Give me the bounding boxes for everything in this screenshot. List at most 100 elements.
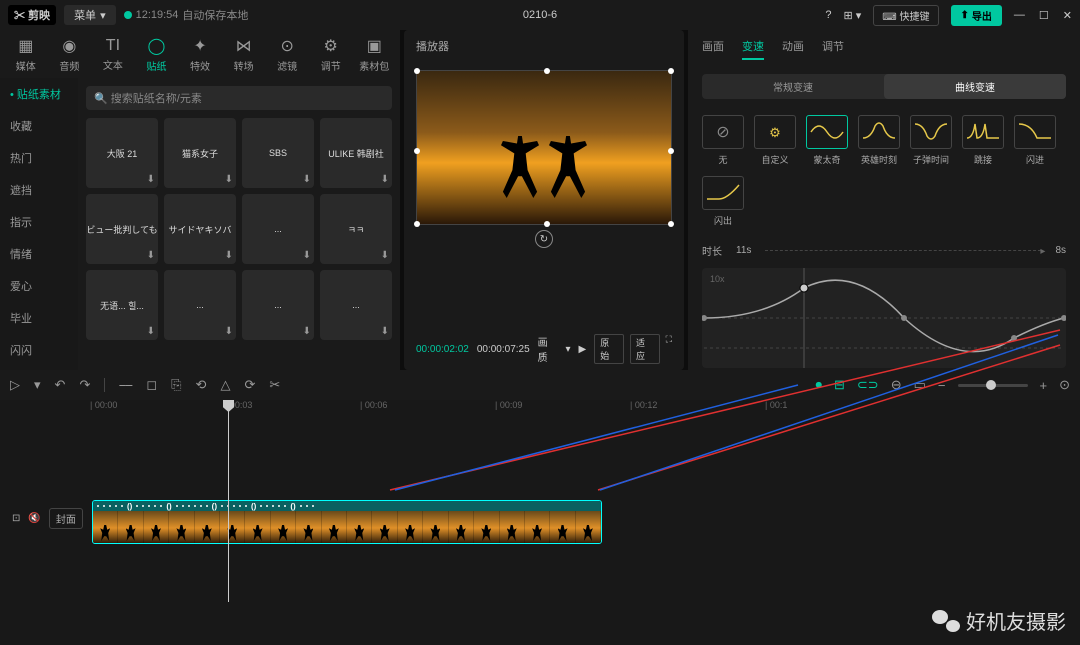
download-icon[interactable]: ⬇ [225, 326, 233, 337]
download-icon[interactable]: ⬇ [225, 174, 233, 185]
preset-闪进[interactable]: 闪进 [1014, 115, 1056, 166]
video-clip[interactable]: () () () () () [92, 500, 602, 544]
original-button[interactable]: 原始 [594, 334, 624, 364]
download-icon[interactable]: ⬇ [225, 250, 233, 261]
asset-tab-媒体[interactable]: ▦媒体 [4, 36, 48, 73]
curve-editor[interactable]: 10x [702, 268, 1066, 368]
preset-英雄时刻[interactable]: 英雄时刻 [858, 115, 900, 166]
sticker-item[interactable]: SBS⬇ [242, 118, 314, 188]
crop-icon[interactable]: ◻ [146, 377, 157, 393]
preset-子弹时间[interactable]: 子弹时间 [910, 115, 952, 166]
property-tab-动画[interactable]: 动画 [782, 38, 804, 60]
close-icon[interactable]: ✕ [1063, 9, 1072, 22]
preset-蒙太奇[interactable]: 蒙太奇 [806, 115, 848, 166]
download-icon[interactable]: ⬇ [381, 250, 389, 261]
download-icon[interactable]: ⬇ [303, 326, 311, 337]
cover-button[interactable]: 封面 [49, 508, 83, 529]
zoom-slider[interactable] [958, 384, 1028, 387]
reverse-icon[interactable]: ⟲ [196, 377, 207, 393]
shortcuts-button[interactable]: ⌨ 快捷键 [873, 5, 938, 26]
preset-无[interactable]: ⊘无 [702, 115, 744, 166]
recycle-icon[interactable]: ↻ [535, 230, 553, 248]
download-icon[interactable]: ⬇ [381, 174, 389, 185]
help-icon[interactable]: ? [825, 9, 831, 21]
minimize-icon[interactable]: — [1014, 9, 1025, 22]
sticker-item[interactable]: ...⬇ [242, 194, 314, 264]
sticker-item[interactable]: サイドヤキソバ⬇ [164, 194, 236, 264]
asset-tab-调节[interactable]: ⚙调节 [309, 36, 353, 73]
maximize-icon[interactable]: ☐ [1039, 9, 1049, 22]
crop2-icon[interactable]: ✂ [269, 377, 280, 393]
asset-tab-音频[interactable]: ◉音频 [48, 36, 92, 73]
asset-tab-特效[interactable]: ✦特效 [178, 36, 222, 73]
mic-icon[interactable]: ⏺ [816, 377, 823, 393]
category-item[interactable]: 毕业 [0, 302, 78, 334]
sticker-item[interactable]: ...⬇ [320, 270, 392, 340]
preset-自定义[interactable]: ⚙自定义 [754, 115, 796, 166]
export-button[interactable]: ⬆ 导出 [951, 5, 1002, 26]
undo-icon[interactable]: ↶ [55, 377, 66, 393]
category-item[interactable]: 热门 [0, 142, 78, 174]
magnet-icon[interactable]: ⊂⊃ [857, 377, 879, 393]
fullscreen-icon[interactable]: ⛶ [666, 334, 672, 364]
playhead[interactable] [228, 402, 229, 602]
select-tool-icon[interactable]: ▷ [10, 377, 20, 393]
snap-icon[interactable]: ⊟ [834, 377, 845, 393]
sticker-item[interactable]: ㅋㅋ⬇ [320, 194, 392, 264]
rotate-icon[interactable]: ⟳ [244, 377, 255, 393]
zoom-in-icon[interactable]: + [1040, 378, 1048, 393]
search-input[interactable]: 🔍 搜索贴纸名称/元素 [86, 86, 392, 110]
sticker-item[interactable]: 无语... 힐...⬇ [86, 270, 158, 340]
fit-button[interactable]: 适应 [630, 334, 660, 364]
speed-subtab-曲线变速[interactable]: 曲线变速 [884, 74, 1066, 99]
link-icon[interactable]: ⊖ [891, 377, 902, 393]
preset-跳接[interactable]: 跳接 [962, 115, 1004, 166]
category-item[interactable]: 互动 [0, 366, 78, 370]
category-item[interactable]: 指示 [0, 206, 78, 238]
split-icon[interactable]: ⎯⎯ [119, 377, 132, 393]
copy-icon[interactable]: ⎘ [171, 377, 181, 393]
zoom-fit-icon[interactable]: ⊙ [1059, 377, 1070, 393]
category-item[interactable]: 遮挡 [0, 174, 78, 206]
category-item[interactable]: 爱心 [0, 270, 78, 302]
download-icon[interactable]: ⬇ [147, 326, 155, 337]
property-tab-调节[interactable]: 调节 [822, 38, 844, 60]
category-item[interactable]: 情绪 [0, 238, 78, 270]
sticker-item[interactable]: 大阪 21⬇ [86, 118, 158, 188]
preset-闪出[interactable]: 闪出 [702, 176, 744, 227]
mute-icon[interactable]: 🔇 [28, 513, 40, 524]
category-item[interactable]: 收藏 [0, 110, 78, 142]
category-item[interactable]: • 贴纸素材 [0, 78, 78, 110]
speed-subtab-常规变速[interactable]: 常规变速 [702, 74, 884, 99]
download-icon[interactable]: ⬇ [147, 174, 155, 185]
category-item[interactable]: 闪闪 [0, 334, 78, 366]
sticker-item[interactable]: ULIKE 韩剧社⬇ [320, 118, 392, 188]
asset-tab-素材包[interactable]: ▣素材包 [353, 36, 397, 73]
mirror-icon[interactable]: △ [220, 377, 230, 393]
preview-icon[interactable]: ▭ [914, 377, 926, 393]
property-tab-画面[interactable]: 画面 [702, 38, 724, 60]
sticker-item[interactable]: ...⬇ [242, 270, 314, 340]
sticker-item[interactable]: 猫系女子⬇ [164, 118, 236, 188]
redo-icon[interactable]: ↷ [79, 377, 90, 393]
zoom-out-icon[interactable]: − [938, 378, 946, 393]
play-button[interactable]: ▶ [579, 344, 587, 355]
sticker-item[interactable]: ビュー批判しても⬇ [86, 194, 158, 264]
asset-tab-转场[interactable]: ⋈转场 [222, 36, 266, 73]
timeline[interactable]: | 00:00| 00:03| 00:06| 00:09| 00:12| 00:… [0, 400, 1080, 645]
asset-tab-滤镜[interactable]: ⊙滤镜 [265, 36, 309, 73]
download-icon[interactable]: ⬇ [147, 250, 155, 261]
download-icon[interactable]: ⬇ [381, 326, 389, 337]
download-icon[interactable]: ⬇ [303, 174, 311, 185]
lock-icon[interactable]: ⊡ [12, 513, 20, 524]
time-ruler[interactable]: | 00:00| 00:03| 00:06| 00:09| 00:12| 00:… [0, 400, 1080, 424]
property-tab-变速[interactable]: 变速 [742, 38, 764, 60]
preview-viewport[interactable]: ↻ [416, 70, 672, 225]
menu-button[interactable]: 菜单 ▾ [64, 5, 116, 25]
quality-label[interactable]: 画质 [538, 334, 558, 364]
asset-tab-文本[interactable]: TI文本 [91, 37, 135, 72]
download-icon[interactable]: ⬇ [303, 250, 311, 261]
layout-icon[interactable]: ⊞ ▾ [844, 9, 862, 22]
asset-tab-贴纸[interactable]: ◯贴纸 [135, 36, 179, 73]
sticker-item[interactable]: ...⬇ [164, 270, 236, 340]
